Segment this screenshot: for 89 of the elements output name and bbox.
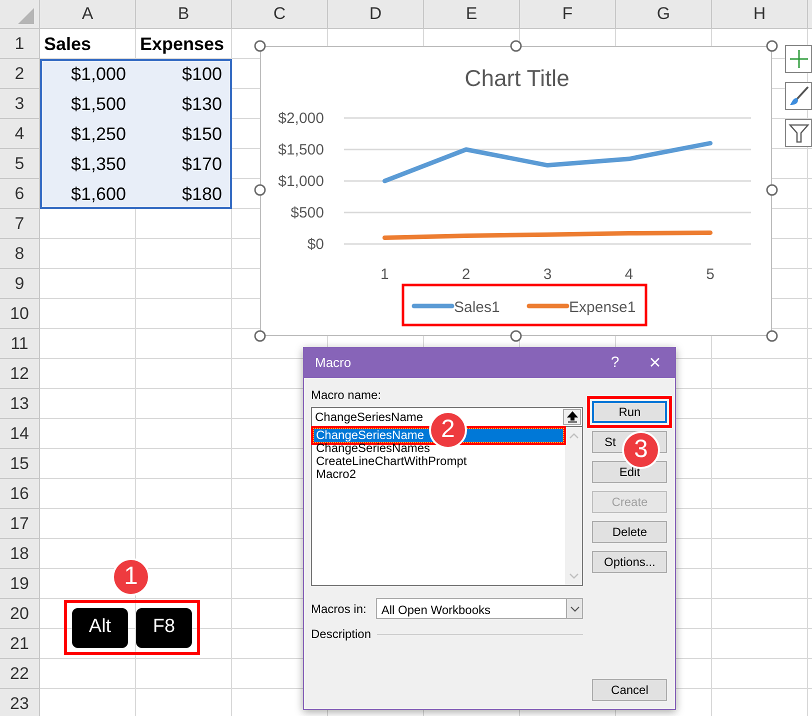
table-cell[interactable]: $1,250	[40, 119, 136, 149]
row-header[interactable]: 2	[0, 59, 40, 89]
column-header[interactable]: G	[616, 0, 712, 29]
help-button[interactable]: ?	[595, 352, 635, 374]
table-cell[interactable]: $150	[136, 119, 232, 149]
close-button[interactable]: ×	[635, 348, 675, 378]
row-header[interactable]: 20	[0, 599, 40, 629]
axis-label: 4	[624, 266, 634, 283]
row-header[interactable]: 8	[0, 239, 40, 269]
table-cell[interactable]: $170	[136, 149, 232, 179]
row-header[interactable]: 4	[0, 119, 40, 149]
row-header[interactable]: 17	[0, 509, 40, 539]
axis-label: $0	[307, 236, 324, 253]
table-cell[interactable]: $1,000	[40, 59, 136, 89]
row-header[interactable]: 13	[0, 389, 40, 419]
row-header[interactable]: 5	[0, 149, 40, 179]
row-header[interactable]: 15	[0, 449, 40, 479]
chart-title: Chart Title	[464, 65, 570, 91]
field-label: Macros in:	[311, 600, 366, 618]
row-header[interactable]: 7	[0, 209, 40, 239]
plus-icon[interactable]	[785, 45, 812, 73]
axis-label: $1,000	[278, 173, 324, 190]
key-cap: Alt	[72, 608, 128, 648]
dialog-button[interactable]: Cancel	[592, 679, 667, 701]
axis-label: $1,500	[278, 142, 324, 158]
dialog-button[interactable]: Options...	[592, 551, 667, 573]
key-cap: F8	[136, 608, 192, 648]
list-item[interactable]: CreateLineChartWithPrompt	[314, 455, 564, 468]
row-header[interactable]: 3	[0, 89, 40, 119]
axis-label: 2	[462, 266, 470, 283]
filter-icon[interactable]	[785, 119, 812, 147]
row-header[interactable]: 12	[0, 359, 40, 389]
window-title: Macro	[315, 354, 352, 372]
resize-handle[interactable]	[766, 184, 778, 196]
axis-label: 5	[706, 266, 714, 283]
resize-handle[interactable]	[254, 184, 266, 196]
list-item[interactable]: Macro2	[314, 468, 564, 481]
section-label: Description	[311, 626, 372, 643]
column-header[interactable]: E	[424, 0, 520, 29]
chevron-down-icon[interactable]	[570, 606, 580, 612]
dialog-button[interactable]: Edit	[592, 461, 667, 483]
row-header[interactable]: 10	[0, 299, 40, 329]
column-header[interactable]: F	[520, 0, 616, 29]
table-cell[interactable]: $1,350	[40, 149, 136, 179]
row-header[interactable]: 19	[0, 569, 40, 599]
brush-icon[interactable]	[785, 82, 812, 110]
column-header[interactable]: H	[712, 0, 808, 29]
legend-label: Expense1	[569, 299, 636, 316]
step-number: 1	[112, 558, 150, 596]
field-label: Macro name:	[311, 387, 382, 404]
upload-icon[interactable]	[563, 409, 582, 425]
row-header[interactable]: 23	[0, 689, 40, 716]
dialog-button[interactable]: Delete	[592, 521, 667, 543]
table-cell[interactable]: Sales	[40, 29, 136, 59]
legend-swatch	[412, 304, 454, 308]
row-header[interactable]: 9	[0, 269, 40, 299]
dialog-button[interactable]: Run	[592, 401, 667, 423]
resize-handle[interactable]	[766, 40, 778, 52]
row-header[interactable]: 14	[0, 419, 40, 449]
resize-handle[interactable]	[766, 330, 778, 342]
resize-handle[interactable]	[510, 40, 522, 52]
table-cell[interactable]: Expenses	[136, 29, 232, 59]
column-header[interactable]: C	[232, 0, 328, 29]
table-cell[interactable]: $1,500	[40, 89, 136, 119]
column-header[interactable]: D	[328, 0, 424, 29]
resize-handle[interactable]	[254, 330, 266, 342]
resize-handle[interactable]	[510, 330, 522, 342]
column-header[interactable]: A	[40, 0, 136, 29]
resize-handle[interactable]	[254, 40, 266, 52]
column-header[interactable]: B	[136, 0, 232, 29]
legend-swatch	[526, 304, 570, 308]
axis-label: $500	[290, 204, 324, 222]
row-header[interactable]: 16	[0, 479, 40, 509]
row-header[interactable]: 22	[0, 659, 40, 689]
table-cell[interactable]: $180	[136, 179, 232, 209]
row-header[interactable]: 6	[0, 179, 40, 209]
table-cell[interactable]: $1,600	[40, 179, 136, 209]
axis-label: 1	[380, 266, 389, 283]
table-cell[interactable]: $100	[136, 59, 232, 89]
axis-label: 3	[543, 266, 552, 283]
row-header[interactable]: 21	[0, 629, 40, 659]
legend-label: Sales1	[454, 299, 500, 316]
row-header[interactable]: 11	[0, 329, 40, 359]
macros-in-dropdown[interactable]: All Open Workbooks	[376, 598, 584, 619]
chart-area[interactable]: Chart Title $0 $500 $1,000 $1,500 $2,000 1 2 3 4 5 Sales1 Expense1	[260, 46, 772, 336]
axis-label: $2,000	[278, 110, 324, 127]
row-header[interactable]: 18	[0, 539, 40, 569]
table-cell[interactable]: $130	[136, 89, 232, 119]
row-header[interactable]: 1	[0, 29, 40, 59]
